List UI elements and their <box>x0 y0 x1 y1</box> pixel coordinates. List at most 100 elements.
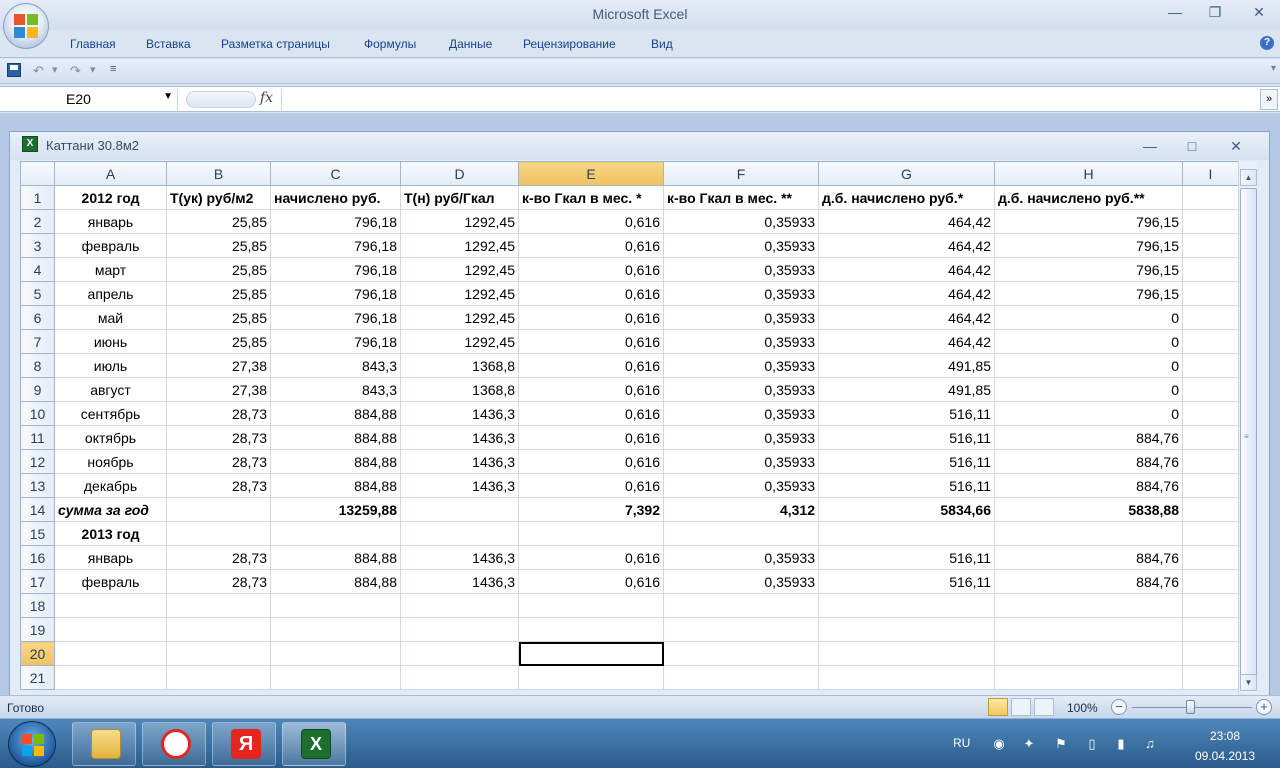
row-header[interactable]: 14 <box>20 497 55 522</box>
vertical-scrollbar[interactable]: ▲ ≡ ▼ <box>1238 161 1257 693</box>
row-header[interactable]: 10 <box>20 401 55 426</box>
cell-h5[interactable]: 796,15 <box>994 281 1183 306</box>
cell-a19[interactable] <box>54 617 167 642</box>
chevron-down-icon[interactable]: ▼ <box>163 91 173 102</box>
cell-e16[interactable]: 0,616 <box>518 545 664 570</box>
cell-i16[interactable] <box>1182 545 1239 570</box>
row-header[interactable]: 21 <box>20 665 55 690</box>
cell-d13[interactable]: 1436,3 <box>400 473 519 498</box>
cell-c18[interactable] <box>270 593 401 618</box>
antivirus-icon[interactable]: ◉ <box>991 736 1007 752</box>
cell-i9[interactable] <box>1182 377 1239 402</box>
cell-f5[interactable]: 0,35933 <box>663 281 819 306</box>
cell-a17[interactable]: февраль <box>54 569 167 594</box>
cell-e10[interactable]: 0,616 <box>518 401 664 426</box>
cell-d8[interactable]: 1368,8 <box>400 353 519 378</box>
cell-d17[interactable]: 1436,3 <box>400 569 519 594</box>
cell-f2[interactable]: 0,35933 <box>663 209 819 234</box>
office-button[interactable] <box>3 3 49 49</box>
tab-review[interactable]: Рецензирование <box>523 37 616 51</box>
row-header[interactable]: 15 <box>20 521 55 546</box>
undo-dropdown-icon[interactable]: ▾ <box>52 63 58 76</box>
workbook-restore-button[interactable]: □ <box>1180 136 1204 156</box>
cell-c9[interactable]: 843,3 <box>270 377 401 402</box>
cell-f17[interactable]: 0,35933 <box>663 569 819 594</box>
expand-formula-bar-button[interactable]: » <box>1260 89 1278 110</box>
cell-h11[interactable]: 884,76 <box>994 425 1183 450</box>
cell-e14[interactable]: 7,392 <box>518 497 664 522</box>
cell-f9[interactable]: 0,35933 <box>663 377 819 402</box>
cell-e1[interactable]: к-во Гкал в мес. * <box>518 185 664 210</box>
cell-i7[interactable] <box>1182 329 1239 354</box>
cell-g12[interactable]: 516,11 <box>818 449 995 474</box>
cell-d3[interactable]: 1292,45 <box>400 233 519 258</box>
cell-i15[interactable] <box>1182 521 1239 546</box>
cell-h3[interactable]: 796,15 <box>994 233 1183 258</box>
row-header[interactable]: 8 <box>20 353 55 378</box>
cell-c4[interactable]: 796,18 <box>270 257 401 282</box>
start-button[interactable] <box>8 721 56 767</box>
clock-time[interactable]: 23:08 <box>1195 729 1255 743</box>
taskbar-explorer[interactable] <box>72 722 136 766</box>
column-header-c[interactable]: C <box>270 161 401 186</box>
cell-e6[interactable]: 0,616 <box>518 305 664 330</box>
column-header-f[interactable]: F <box>663 161 819 186</box>
row-header[interactable]: 9 <box>20 377 55 402</box>
cell-b12[interactable]: 28,73 <box>166 449 271 474</box>
cell-i14[interactable] <box>1182 497 1239 522</box>
cell-h9[interactable]: 0 <box>994 377 1183 402</box>
undo-icon[interactable]: ↶ <box>33 63 44 79</box>
cell-i2[interactable] <box>1182 209 1239 234</box>
cell-i21[interactable] <box>1182 665 1239 690</box>
row-header[interactable]: 20 <box>20 641 55 666</box>
tab-data[interactable]: Данные <box>449 37 492 51</box>
cell-h8[interactable]: 0 <box>994 353 1183 378</box>
cell-h6[interactable]: 0 <box>994 305 1183 330</box>
column-header-g[interactable]: G <box>818 161 995 186</box>
cell-b14[interactable] <box>166 497 271 522</box>
cell-b7[interactable]: 25,85 <box>166 329 271 354</box>
cell-g7[interactable]: 464,42 <box>818 329 995 354</box>
cell-h1[interactable]: д.б. начислено руб.** <box>994 185 1183 210</box>
cell-g21[interactable] <box>818 665 995 690</box>
cell-a2[interactable]: январь <box>54 209 167 234</box>
cell-b15[interactable] <box>166 521 271 546</box>
cell-a5[interactable]: апрель <box>54 281 167 306</box>
cell-i20[interactable] <box>1182 641 1239 666</box>
cell-b19[interactable] <box>166 617 271 642</box>
cell-g18[interactable] <box>818 593 995 618</box>
cell-d4[interactable]: 1292,45 <box>400 257 519 282</box>
zoom-out-icon[interactable]: − <box>1111 699 1127 715</box>
minimize-button[interactable]: — <box>1162 2 1188 22</box>
cell-h18[interactable] <box>994 593 1183 618</box>
cell-f6[interactable]: 0,35933 <box>663 305 819 330</box>
tab-page-layout[interactable]: Разметка страницы <box>221 37 330 51</box>
cell-g17[interactable]: 516,11 <box>818 569 995 594</box>
cell-c15[interactable] <box>270 521 401 546</box>
cell-e4[interactable]: 0,616 <box>518 257 664 282</box>
cell-d21[interactable] <box>400 665 519 690</box>
cell-g4[interactable]: 464,42 <box>818 257 995 282</box>
cell-i8[interactable] <box>1182 353 1239 378</box>
cell-b16[interactable]: 28,73 <box>166 545 271 570</box>
cell-g9[interactable]: 491,85 <box>818 377 995 402</box>
cell-d19[interactable] <box>400 617 519 642</box>
cell-h14[interactable]: 5838,88 <box>994 497 1183 522</box>
row-header[interactable]: 7 <box>20 329 55 354</box>
cell-f11[interactable]: 0,35933 <box>663 425 819 450</box>
cell-d12[interactable]: 1436,3 <box>400 449 519 474</box>
cell-f14[interactable]: 4,312 <box>663 497 819 522</box>
cell-h15[interactable] <box>994 521 1183 546</box>
row-header[interactable]: 11 <box>20 425 55 450</box>
cell-i5[interactable] <box>1182 281 1239 306</box>
cell-e17[interactable]: 0,616 <box>518 569 664 594</box>
column-header-i[interactable]: I <box>1182 161 1239 186</box>
network-signal-icon[interactable]: ▮ <box>1113 736 1129 752</box>
cell-g3[interactable]: 464,42 <box>818 233 995 258</box>
cell-g20[interactable] <box>818 641 995 666</box>
cell-c7[interactable]: 796,18 <box>270 329 401 354</box>
cell-c11[interactable]: 884,88 <box>270 425 401 450</box>
cell-d18[interactable] <box>400 593 519 618</box>
close-button[interactable]: ✕ <box>1246 2 1272 22</box>
cell-g5[interactable]: 464,42 <box>818 281 995 306</box>
